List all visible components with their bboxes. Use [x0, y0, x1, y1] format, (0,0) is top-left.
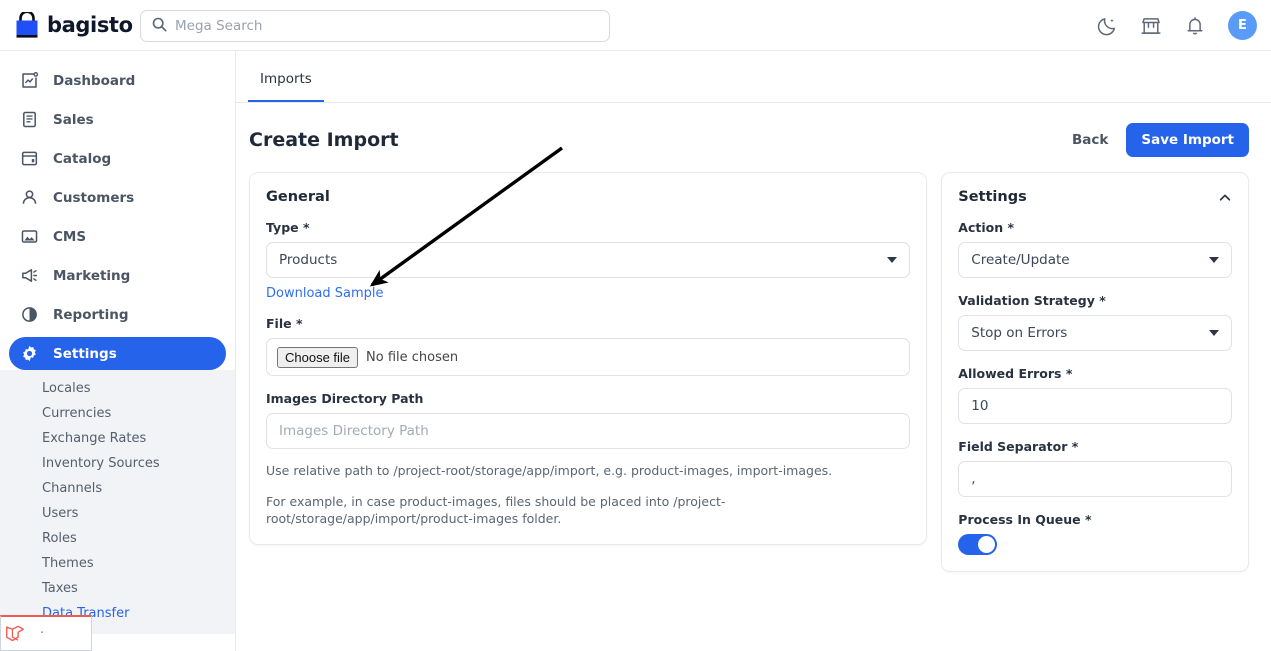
avatar[interactable]: E	[1228, 11, 1257, 40]
sidebar-item-marketing[interactable]: Marketing	[9, 259, 226, 292]
brand-name: bagisto	[47, 13, 133, 37]
allowed-errors-input[interactable]	[958, 388, 1232, 424]
type-label: Type *	[266, 220, 310, 235]
validation-strategy-field: Validation Strategy *	[958, 293, 1232, 351]
action-field: Action *	[958, 220, 1232, 278]
allowed-errors-label: Allowed Errors *	[958, 366, 1073, 381]
sidebar-subitem-locales[interactable]: Locales	[0, 376, 235, 401]
sidebar-subitem-exchange-rates[interactable]: Exchange Rates	[0, 426, 235, 451]
sales-document-icon	[20, 110, 39, 129]
general-card: General Type * Download Sample File * Ch…	[249, 172, 928, 545]
field-separator-field: Field Separator *	[958, 439, 1232, 497]
sidebar-item-catalog[interactable]: Catalog	[9, 142, 226, 175]
sidebar-subitem-inventory-sources[interactable]: Inventory Sources	[0, 451, 235, 476]
main-content: Imports Create Import Back Save Import G…	[236, 51, 1271, 651]
page-title: Create Import	[249, 129, 399, 151]
tab-imports[interactable]: Imports	[248, 71, 324, 102]
general-card-title: General	[266, 189, 330, 205]
customers-person-icon	[20, 188, 39, 207]
top-header: bagisto Mega Search E	[0, 0, 1271, 51]
app-root: bagisto Mega Search E Dashboard Sales Ca…	[0, 0, 1271, 651]
type-select[interactable]	[266, 242, 911, 278]
choose-file-button[interactable]: Choose file	[277, 346, 359, 368]
action-label: Action *	[958, 220, 1015, 235]
process-in-queue-toggle[interactable]	[958, 534, 998, 555]
back-button[interactable]: Back	[1072, 132, 1108, 148]
file-label: File *	[266, 316, 303, 331]
notification-bell-icon[interactable]	[1184, 15, 1206, 37]
download-sample-link[interactable]: Download Sample	[266, 286, 384, 301]
form-columns: General Type * Download Sample File * Ch…	[236, 157, 1271, 572]
marketing-megaphone-icon	[20, 266, 39, 285]
images-hint-1: Use relative path to /project-root/stora…	[266, 463, 833, 478]
images-hint-2: For example, in case product-images, fil…	[266, 493, 726, 527]
type-field: Type * Download Sample	[266, 220, 911, 301]
sidebar-item-label: Settings	[53, 345, 117, 362]
brand-logo[interactable]: bagisto	[14, 9, 133, 39]
toggle-knob	[978, 536, 996, 553]
debugbar-label: ·	[40, 626, 45, 641]
field-separator-input[interactable]	[958, 461, 1232, 497]
images-directory-field: Images Directory Path	[266, 391, 911, 449]
sidebar-item-label: Reporting	[53, 306, 129, 323]
sidebar-subitem-taxes[interactable]: Taxes	[0, 576, 235, 601]
sidebar-item-label: Sales	[53, 111, 94, 128]
sidebar-subnav-settings: Locales Currencies Exchange Rates Invent…	[0, 370, 235, 634]
sidebar-item-label: Dashboard	[53, 72, 136, 89]
sidebar-subitem-themes[interactable]: Themes	[0, 551, 235, 576]
process-in-queue-label: Process In Queue *	[958, 512, 1092, 527]
settings-gear-icon	[20, 344, 39, 363]
laravel-debugbar[interactable]: ·	[0, 615, 92, 651]
sidebar-item-label: Customers	[53, 189, 135, 206]
catalog-window-icon	[20, 149, 39, 168]
file-input[interactable]: Choose file No file chosen	[266, 338, 911, 376]
file-field: File * Choose file No file chosen	[266, 316, 911, 376]
sidebar-item-label: CMS	[53, 228, 87, 245]
validation-strategy-select-wrap[interactable]	[958, 315, 1232, 351]
page-action-group: Back Save Import	[1072, 123, 1249, 157]
search-bar[interactable]	[140, 10, 610, 42]
store-front-icon[interactable]	[1140, 15, 1162, 37]
laravel-logo-icon	[4, 623, 26, 645]
sidebar-item-reporting[interactable]: Reporting	[9, 298, 226, 331]
reporting-pie-chart-icon	[20, 305, 39, 324]
sidebar-item-settings[interactable]: Settings	[9, 337, 226, 370]
cms-image-icon	[20, 227, 39, 246]
save-import-button[interactable]: Save Import	[1126, 123, 1249, 157]
sidebar-item-dashboard[interactable]: Dashboard	[9, 64, 226, 97]
images-directory-input[interactable]	[266, 413, 911, 449]
search-input[interactable]	[175, 11, 598, 41]
sidebar-subitem-channels[interactable]: Channels	[0, 476, 235, 501]
action-select-wrap[interactable]	[958, 242, 1232, 278]
process-in-queue-field: Process In Queue *	[958, 512, 1232, 555]
tab-bar: Imports	[236, 51, 1271, 103]
allowed-errors-field: Allowed Errors *	[958, 366, 1232, 424]
file-status-text: No file chosen	[366, 349, 459, 365]
images-directory-label: Images Directory Path	[266, 391, 424, 406]
chevron-up-icon[interactable]	[1218, 190, 1232, 204]
validation-strategy-label: Validation Strategy *	[958, 293, 1106, 308]
search-icon	[152, 17, 167, 36]
action-select[interactable]	[958, 242, 1232, 278]
sidebar: Dashboard Sales Catalog Customers CMS Ma…	[0, 51, 236, 651]
sidebar-item-cms[interactable]: CMS	[9, 220, 226, 253]
sidebar-item-label: Catalog	[53, 150, 112, 167]
settings-card: Settings Action * Validation St	[941, 172, 1249, 572]
settings-card-header: Settings	[958, 189, 1232, 205]
type-select-wrap[interactable]	[266, 242, 911, 278]
shopping-bag-icon	[14, 9, 40, 39]
dashboard-icon	[20, 71, 39, 90]
page-header: Create Import Back Save Import	[236, 103, 1271, 157]
dark-mode-moon-icon[interactable]	[1096, 15, 1118, 37]
sidebar-subitem-roles[interactable]: Roles	[0, 526, 235, 551]
sidebar-subitem-currencies[interactable]: Currencies	[0, 401, 235, 426]
settings-card-title: Settings	[958, 189, 1027, 205]
field-separator-label: Field Separator *	[958, 439, 1079, 454]
validation-strategy-select[interactable]	[958, 315, 1232, 351]
sidebar-item-label: Marketing	[53, 267, 131, 284]
header-icon-group: E	[1096, 0, 1257, 51]
sidebar-subitem-users[interactable]: Users	[0, 501, 235, 526]
sidebar-item-sales[interactable]: Sales	[9, 103, 226, 136]
sidebar-item-customers[interactable]: Customers	[9, 181, 226, 214]
